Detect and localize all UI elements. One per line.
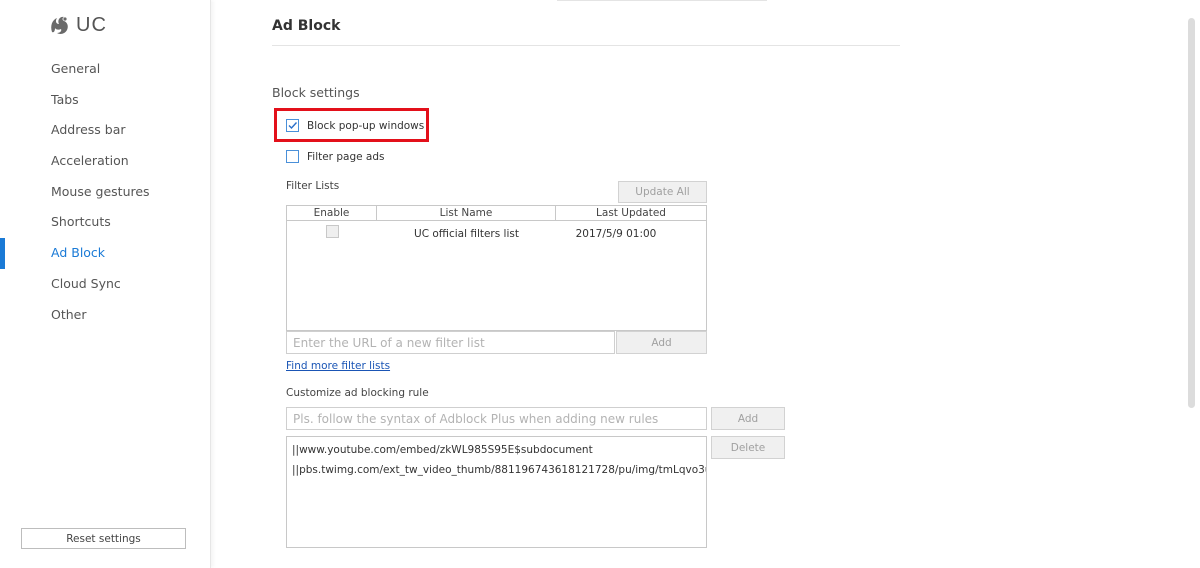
checkmark-icon (288, 122, 298, 130)
update-all-button[interactable]: Update All (618, 181, 707, 203)
rule-item[interactable]: ||pbs.twimg.com/ext_tw_video_thumb/88119… (292, 464, 706, 476)
sidebar-item-tabs[interactable]: Tabs (0, 85, 210, 116)
sidebar: UC General Tabs Address bar Acceleration… (0, 0, 211, 568)
row-enable-checkbox[interactable] (325, 224, 339, 238)
sidebar-nav: General Tabs Address bar Acceleration Mo… (0, 54, 210, 330)
section-heading: Block settings (272, 85, 360, 100)
sidebar-item-ad-block[interactable]: Ad Block (0, 238, 210, 269)
filter-ads-label: Filter page ads (307, 150, 385, 163)
delete-rule-button[interactable]: Delete (711, 436, 785, 459)
page-scrollbar[interactable] (1188, 18, 1195, 408)
add-filter-button[interactable]: Add (616, 331, 707, 354)
page-title: Ad Block (272, 18, 341, 34)
block-popups-checkbox[interactable] (286, 119, 299, 132)
custom-rules-list[interactable]: ||www.youtube.com/embed/zkWL985S95E$subd… (286, 436, 707, 548)
add-rule-button[interactable]: Add (711, 407, 785, 430)
sidebar-item-shortcuts[interactable]: Shortcuts (0, 207, 210, 238)
sidebar-item-cloud-sync[interactable]: Cloud Sync (0, 269, 210, 300)
filter-url-input[interactable] (286, 331, 615, 354)
block-popups-label: Block pop-up windows (307, 119, 425, 132)
find-more-filter-lists-link[interactable]: Find more filter lists (286, 360, 390, 372)
filter-lists-label: Filter Lists (286, 180, 340, 192)
row-enable-cell (287, 221, 377, 247)
custom-rules-label: Customize ad blocking rule (286, 387, 429, 399)
col-header-list-name: List Name (377, 206, 556, 220)
top-divider (557, 0, 767, 1)
filter-ads-checkbox[interactable] (286, 150, 299, 163)
row-last-updated: 2017/5/9 01:00 (575, 228, 657, 240)
title-divider (272, 45, 900, 46)
uc-logo: UC (48, 12, 107, 38)
sidebar-item-acceleration[interactable]: Acceleration (0, 146, 210, 177)
reset-settings-button[interactable]: Reset settings (21, 528, 186, 549)
table-row[interactable]: UC official filters list 2017/5/9 01:00 (287, 221, 706, 247)
custom-rule-input[interactable] (286, 407, 707, 430)
col-header-enable: Enable (287, 206, 377, 220)
block-popups-row[interactable]: Block pop-up windows (286, 119, 424, 132)
sidebar-item-general[interactable]: General (0, 54, 210, 85)
uc-squirrel-icon (51, 16, 68, 34)
rule-item[interactable]: ||www.youtube.com/embed/zkWL985S95E$subd… (292, 444, 593, 456)
filter-lists-table: Enable List Name Last Updated UC officia… (286, 205, 707, 331)
sidebar-item-mouse-gestures[interactable]: Mouse gestures (0, 177, 210, 208)
logo-text: UC (76, 13, 107, 36)
col-header-last-updated: Last Updated (596, 207, 666, 219)
table-header: Enable List Name Last Updated (287, 206, 706, 221)
filter-ads-row[interactable]: Filter page ads (286, 150, 384, 163)
sidebar-item-other[interactable]: Other (0, 300, 210, 331)
sidebar-item-address-bar[interactable]: Address bar (0, 115, 210, 146)
